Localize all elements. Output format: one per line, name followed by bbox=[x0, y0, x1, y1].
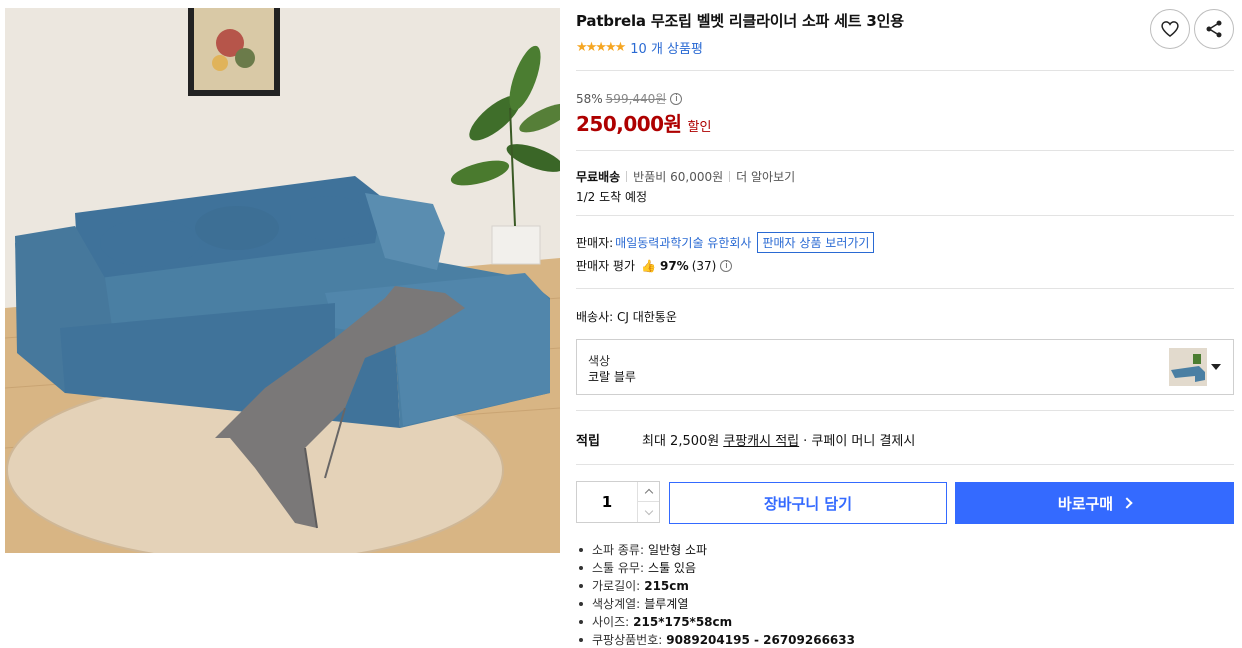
product-main-image[interactable] bbox=[5, 8, 560, 553]
divider bbox=[576, 410, 1234, 411]
sale-price-row: 250,000원 할인 bbox=[576, 108, 711, 137]
seller-rating-count: (37) bbox=[691, 258, 717, 273]
seller-rating-percent: 97% bbox=[659, 258, 689, 273]
price-info-icon[interactable]: i bbox=[670, 92, 683, 105]
product-attributes-list: 소파 종류: 일반형 소파 스툴 유무: 스툴 있음 가로길이: 215cm 색… bbox=[579, 541, 855, 648]
seller-rating-row: 판매자 평가 👍 97% (37) i bbox=[576, 257, 733, 274]
attribute-item: 사이즈: 215*175*58cm bbox=[579, 613, 855, 631]
seller-rating-label: 판매자 평가 bbox=[576, 259, 636, 273]
chevron-up-icon bbox=[644, 488, 653, 498]
add-to-cart-button[interactable]: 장바구니 담기 bbox=[669, 482, 947, 524]
attribute-item: 스툴 유무: 스툴 있음 bbox=[579, 559, 855, 577]
option-thumbnail bbox=[1169, 348, 1207, 386]
color-option-select[interactable]: 색상 코랄 블루 bbox=[576, 339, 1234, 395]
attribute-key: 스툴 유무: bbox=[592, 561, 645, 575]
buy-now-button[interactable]: 바로구매 bbox=[955, 482, 1234, 524]
shipping-more-link[interactable]: 더 알아보기 bbox=[736, 168, 795, 185]
points-amount: 최대 2,500원 bbox=[642, 434, 720, 449]
attribute-value: 215*175*58cm bbox=[633, 615, 733, 629]
product-rating: ★★★★★ 10 개 상품평 bbox=[576, 38, 703, 57]
quantity-decrease-button[interactable] bbox=[637, 502, 659, 522]
attribute-value: 9089204195 - 26709266633 bbox=[666, 633, 855, 647]
quantity-input[interactable] bbox=[577, 482, 637, 522]
free-shipping-label: 무료배송 bbox=[576, 170, 621, 184]
attribute-value: 블루계열 bbox=[644, 597, 689, 611]
chevron-down-icon bbox=[644, 506, 653, 515]
heart-icon bbox=[1161, 21, 1179, 38]
buy-now-label: 바로구매 bbox=[1057, 494, 1114, 513]
points-title: 적립 bbox=[576, 434, 600, 449]
points-condition: · 쿠페이 머니 결제시 bbox=[803, 434, 916, 449]
product-title: Patbrela 무조립 벨벳 리클라이너 소파 세트 3인용 bbox=[576, 12, 904, 30]
seller-products-button[interactable]: 판매자 상품 보러가기 bbox=[757, 232, 875, 253]
divider bbox=[576, 150, 1234, 151]
share-button[interactable] bbox=[1194, 9, 1234, 49]
share-icon bbox=[1206, 20, 1222, 38]
attribute-key: 색상계열: bbox=[592, 597, 641, 611]
attribute-value: 일반형 소파 bbox=[648, 543, 708, 557]
seller-row: 판매자: 매일동력과학기술 유한회사 판매자 상품 보러가기 bbox=[576, 232, 875, 253]
sofa-photo-illustration bbox=[5, 8, 560, 553]
original-price-row: 58% 599,440원 i bbox=[576, 90, 683, 107]
option-label: 색상 bbox=[588, 354, 611, 368]
attribute-item: 쿠팡상품번호: 9089204195 - 26709266633 bbox=[579, 631, 855, 648]
option-value: 코랄 블루 bbox=[588, 370, 636, 384]
arrival-date: 1/2 도착 예정 bbox=[576, 190, 648, 204]
review-count-link[interactable]: 10 개 상품평 bbox=[630, 38, 703, 57]
divider bbox=[576, 464, 1234, 465]
divider bbox=[576, 70, 1234, 71]
rating-stars-icon: ★★★★★ bbox=[576, 40, 626, 55]
attribute-item: 가로길이: 215cm bbox=[579, 577, 855, 595]
attribute-key: 쿠팡상품번호: bbox=[592, 633, 663, 647]
carrier-info: 배송사: CJ 대한통운 bbox=[576, 310, 677, 324]
quantity-stepper bbox=[576, 481, 660, 523]
attribute-key: 사이즈: bbox=[592, 615, 630, 629]
seller-name-link[interactable]: 매일동력과학기술 유한회사 bbox=[615, 234, 751, 251]
add-to-cart-label: 장바구니 담기 bbox=[763, 494, 853, 513]
original-price: 599,440원 bbox=[605, 92, 667, 106]
sale-price: 250,000원 bbox=[576, 112, 682, 136]
attribute-item: 색상계열: 블루계열 bbox=[579, 595, 855, 613]
separator bbox=[729, 171, 731, 182]
divider bbox=[576, 215, 1234, 216]
discount-label: 할인 bbox=[687, 120, 712, 135]
thumbs-up-icon: 👍 bbox=[641, 258, 656, 273]
coupang-cash-link[interactable]: 쿠팡캐시 적립 bbox=[723, 430, 799, 449]
wishlist-button[interactable] bbox=[1150, 9, 1190, 49]
attribute-key: 가로길이: bbox=[592, 579, 641, 593]
quantity-increase-button[interactable] bbox=[637, 482, 659, 502]
seller-label: 판매자: bbox=[576, 236, 614, 250]
attribute-item: 소파 종류: 일반형 소파 bbox=[579, 541, 855, 559]
seller-info-icon[interactable]: i bbox=[720, 259, 733, 272]
attribute-key: 소파 종류: bbox=[592, 543, 645, 557]
chevron-down-icon bbox=[1211, 364, 1221, 370]
divider bbox=[576, 288, 1234, 289]
return-fee: 반품비 60,000원 bbox=[633, 170, 724, 184]
attribute-value: 215cm bbox=[644, 579, 689, 593]
attribute-value: 스툴 있음 bbox=[648, 561, 697, 575]
shipping-row: 무료배송 반품비 60,000원 더 알아보기 bbox=[576, 168, 795, 185]
discount-rate: 58% bbox=[576, 91, 603, 106]
separator bbox=[626, 171, 628, 182]
points-row: 적립 최대 2,500원 쿠팡캐시 적립 · 쿠페이 머니 결제시 bbox=[576, 430, 915, 449]
chevron-right-icon bbox=[1121, 497, 1133, 509]
